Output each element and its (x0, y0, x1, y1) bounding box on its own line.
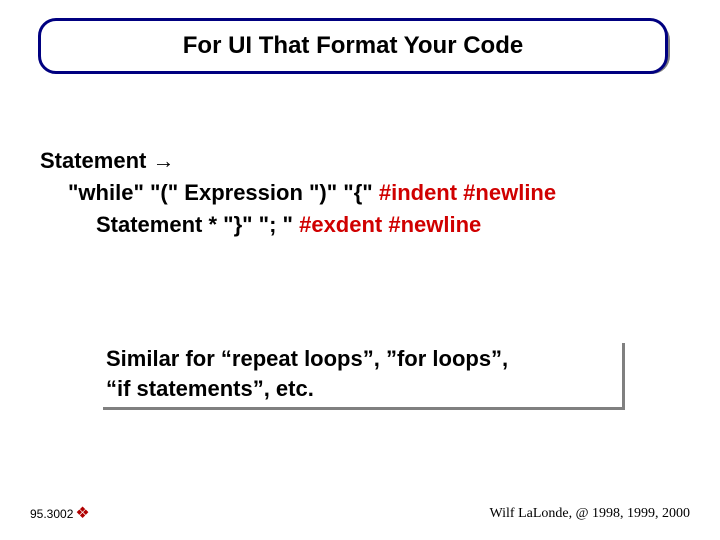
note-line-2: “if statements”, etc. (106, 374, 616, 404)
footer-left: 95.3002 ❖ (30, 506, 90, 522)
note-line-1: Similar for “repeat loops”, ”for loops”, (106, 344, 616, 374)
diamond-icon: ❖ (75, 506, 89, 522)
course-code: 95.3002 (30, 507, 73, 521)
arrow-icon: → (152, 148, 174, 173)
grammar-head: Statement (40, 148, 146, 173)
note-box: Similar for “repeat loops”, ”for loops”,… (100, 340, 622, 407)
footer-right: Wilf LaLonde, @ 1998, 1999, 2000 (489, 506, 690, 522)
grammar-block: Statement → "while" "(" Expression ")" "… (40, 145, 690, 241)
grammar-line-3: Statement * "}" "; " #exdent #newline (96, 209, 690, 241)
grammar-line-2-directive: #indent #newline (379, 180, 556, 205)
grammar-line-3-plain: Statement * "}" "; " (96, 212, 299, 237)
grammar-line-2: "while" "(" Expression ")" "{" #indent #… (68, 177, 690, 209)
title-box: For UI That Format Your Code (38, 18, 668, 74)
slide-title: For UI That Format Your Code (183, 32, 523, 60)
grammar-line-3-directive: #exdent #newline (299, 212, 481, 237)
grammar-line-2-plain: "while" "(" Expression ")" "{" (68, 180, 379, 205)
grammar-line-1: Statement → (40, 145, 690, 177)
